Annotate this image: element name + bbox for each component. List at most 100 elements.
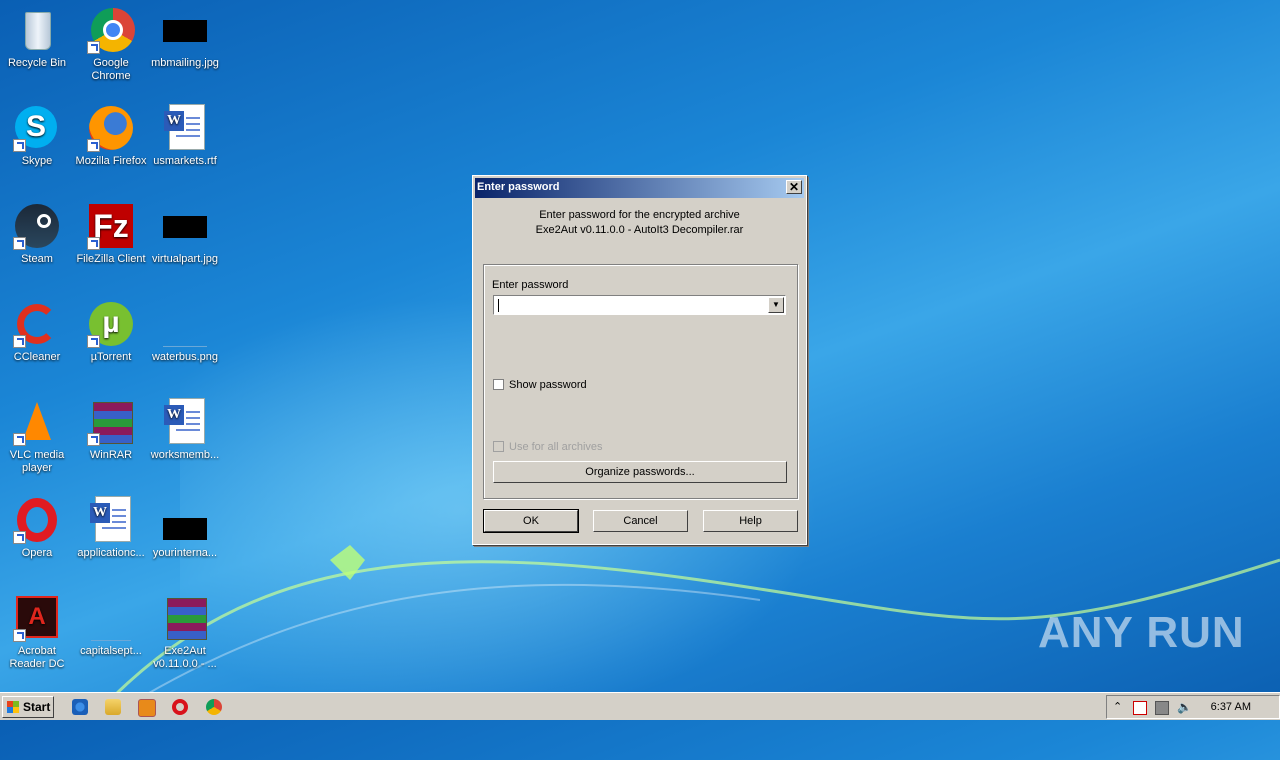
icon-label: yourinterna...: [152, 547, 218, 559]
desktop-icon-virtualpart[interactable]: virtualpart.jpg: [148, 196, 222, 266]
icon-label: virtualpart.jpg: [151, 253, 219, 265]
icon-label: Google Chrome: [91, 57, 131, 82]
desktop-icon-ccleaner[interactable]: CCleaner: [0, 294, 74, 364]
desktop-icon-usmarkets[interactable]: W usmarkets.rtf: [148, 98, 222, 168]
action-center-icon[interactable]: [1133, 701, 1147, 715]
word-document-icon: W: [161, 398, 209, 446]
anyrun-watermark: ANY RUN: [1038, 608, 1245, 657]
use-for-all-archives-checkbox: Use for all archives: [493, 441, 603, 453]
chrome-taskbar-icon[interactable]: [206, 699, 222, 715]
desktop-icon-yourinterna[interactable]: yourinterna...: [148, 490, 222, 560]
icon-label: µTorrent: [90, 351, 132, 363]
file-explorer-icon[interactable]: [105, 699, 121, 715]
dialog-message: Enter password for the encrypted archive…: [473, 208, 806, 238]
desktop-icon-google-chrome[interactable]: Google Chrome: [74, 0, 148, 83]
desktop-icon-utorrent[interactable]: µ µTorrent: [74, 294, 148, 364]
desktop-icon-capitalsept[interactable]: capitalsept...: [74, 588, 148, 658]
desktop-icon-steam[interactable]: Steam: [0, 196, 74, 266]
icon-label: waterbus.png: [151, 351, 219, 363]
start-button[interactable]: Start: [2, 696, 54, 718]
desktop-icon-exe2aut[interactable]: Exe2Aut v0.11.0.0 - ...: [148, 588, 222, 671]
utorrent-icon: µ: [87, 300, 135, 348]
word-document-icon: W: [161, 104, 209, 152]
dialog-title: Enter password: [477, 181, 560, 193]
icon-label: Skype: [21, 155, 53, 167]
dialog-titlebar[interactable]: Enter password ✕: [475, 178, 804, 198]
icon-label: Opera: [21, 547, 53, 559]
opera-icon: [13, 496, 61, 544]
ccleaner-icon: [13, 300, 61, 348]
acrobat-icon: A: [13, 594, 61, 642]
desktop-icon-mbmailing[interactable]: mbmailing.jpg: [148, 0, 222, 70]
password-input[interactable]: ▼: [493, 295, 786, 315]
message-line-2: Exe2Aut v0.11.0.0 - AutoIt3 Decompiler.r…: [535, 224, 744, 236]
start-label: Start: [23, 700, 51, 714]
image-file-icon: [161, 202, 209, 250]
filezilla-icon: Fz: [87, 202, 135, 250]
steam-icon: [13, 202, 61, 250]
image-file-icon: [161, 496, 209, 544]
windows-logo-icon: [7, 701, 19, 713]
recycle-bin-icon: [13, 6, 61, 54]
cancel-button[interactable]: Cancel: [593, 510, 688, 532]
vlc-icon: [13, 398, 61, 446]
skype-icon: S: [13, 104, 61, 152]
winrar-icon: [87, 398, 135, 446]
icon-label: Recycle Bin: [7, 57, 67, 69]
message-line-1: Enter password for the encrypted archive: [539, 209, 740, 221]
icon-label: Mozilla Firefox: [75, 155, 147, 167]
help-button[interactable]: Help: [703, 510, 798, 532]
desktop-icon-acrobat[interactable]: A Acrobat Reader DC: [0, 588, 74, 671]
enter-password-dialog: Enter password ✕ Enter password for the …: [472, 175, 807, 545]
desktop-icon-firefox[interactable]: Mozilla Firefox: [74, 98, 148, 168]
desktop-icon-vlc[interactable]: VLC media player: [0, 392, 74, 475]
desktop-icon-worksmemb[interactable]: W worksmemb...: [148, 392, 222, 462]
checkbox-box[interactable]: [493, 379, 504, 390]
text-cursor: [498, 299, 499, 312]
desktop-icon-opera[interactable]: Opera: [0, 490, 74, 560]
icon-label: capitalsept...: [80, 645, 142, 657]
network-icon[interactable]: [1155, 701, 1169, 715]
use-for-all-label: Use for all archives: [509, 441, 603, 453]
desktop-icon-waterbus[interactable]: waterbus.png: [148, 294, 222, 364]
internet-explorer-icon[interactable]: [72, 699, 88, 715]
icon-label: CCleaner: [13, 351, 61, 363]
icon-label: mbmailing.jpg: [151, 57, 219, 69]
organize-passwords-button[interactable]: Organize passwords...: [493, 461, 787, 483]
desktop-icon-winrar[interactable]: WinRAR: [74, 392, 148, 462]
icon-label: Steam: [21, 253, 53, 265]
firefox-icon: [87, 104, 135, 152]
chrome-icon: [87, 6, 135, 54]
chevron-down-icon: ▼: [772, 300, 780, 309]
show-password-checkbox[interactable]: Show password: [493, 379, 587, 391]
image-file-icon: [161, 6, 209, 54]
winrar-archive-icon: [161, 594, 209, 642]
dropdown-button[interactable]: ▼: [768, 297, 784, 313]
volume-icon[interactable]: 🔈: [1177, 701, 1192, 713]
close-icon: ✕: [788, 180, 800, 194]
desktop-icon-skype[interactable]: S Skype: [0, 98, 74, 168]
media-player-icon[interactable]: [138, 699, 156, 717]
icon-label: VLC media player: [9, 449, 65, 474]
icon-label: Acrobat Reader DC: [9, 645, 65, 670]
icon-label: WinRAR: [89, 449, 133, 461]
desktop-icon-recycle-bin[interactable]: Recycle Bin: [0, 0, 74, 70]
taskbar: Start ⌃ 🔈 6:37 AM: [0, 692, 1280, 720]
opera-taskbar-icon[interactable]: [172, 699, 188, 715]
icon-label: worksmemb...: [150, 449, 220, 461]
icon-label: FileZilla Client: [76, 253, 146, 265]
clock[interactable]: 6:37 AM: [1211, 701, 1251, 713]
ok-button[interactable]: OK: [483, 509, 579, 533]
desktop-icon-applicationc[interactable]: W applicationc...: [74, 490, 148, 560]
icon-label: Exe2Aut v0.11.0.0 - ...: [153, 645, 217, 670]
icon-label: applicationc...: [77, 547, 145, 559]
password-group: Enter password ▼ Show password Use for a…: [483, 264, 798, 499]
show-hidden-icons-icon[interactable]: ⌃: [1113, 701, 1125, 713]
close-button[interactable]: ✕: [786, 180, 802, 194]
icon-label: usmarkets.rtf: [153, 155, 217, 167]
system-tray: ⌃ 🔈 6:37 AM: [1106, 695, 1280, 719]
show-password-label: Show password: [509, 379, 587, 391]
desktop-icon-filezilla[interactable]: Fz FileZilla Client: [74, 196, 148, 266]
file-icon: [87, 594, 135, 642]
image-file-icon: [161, 300, 209, 348]
